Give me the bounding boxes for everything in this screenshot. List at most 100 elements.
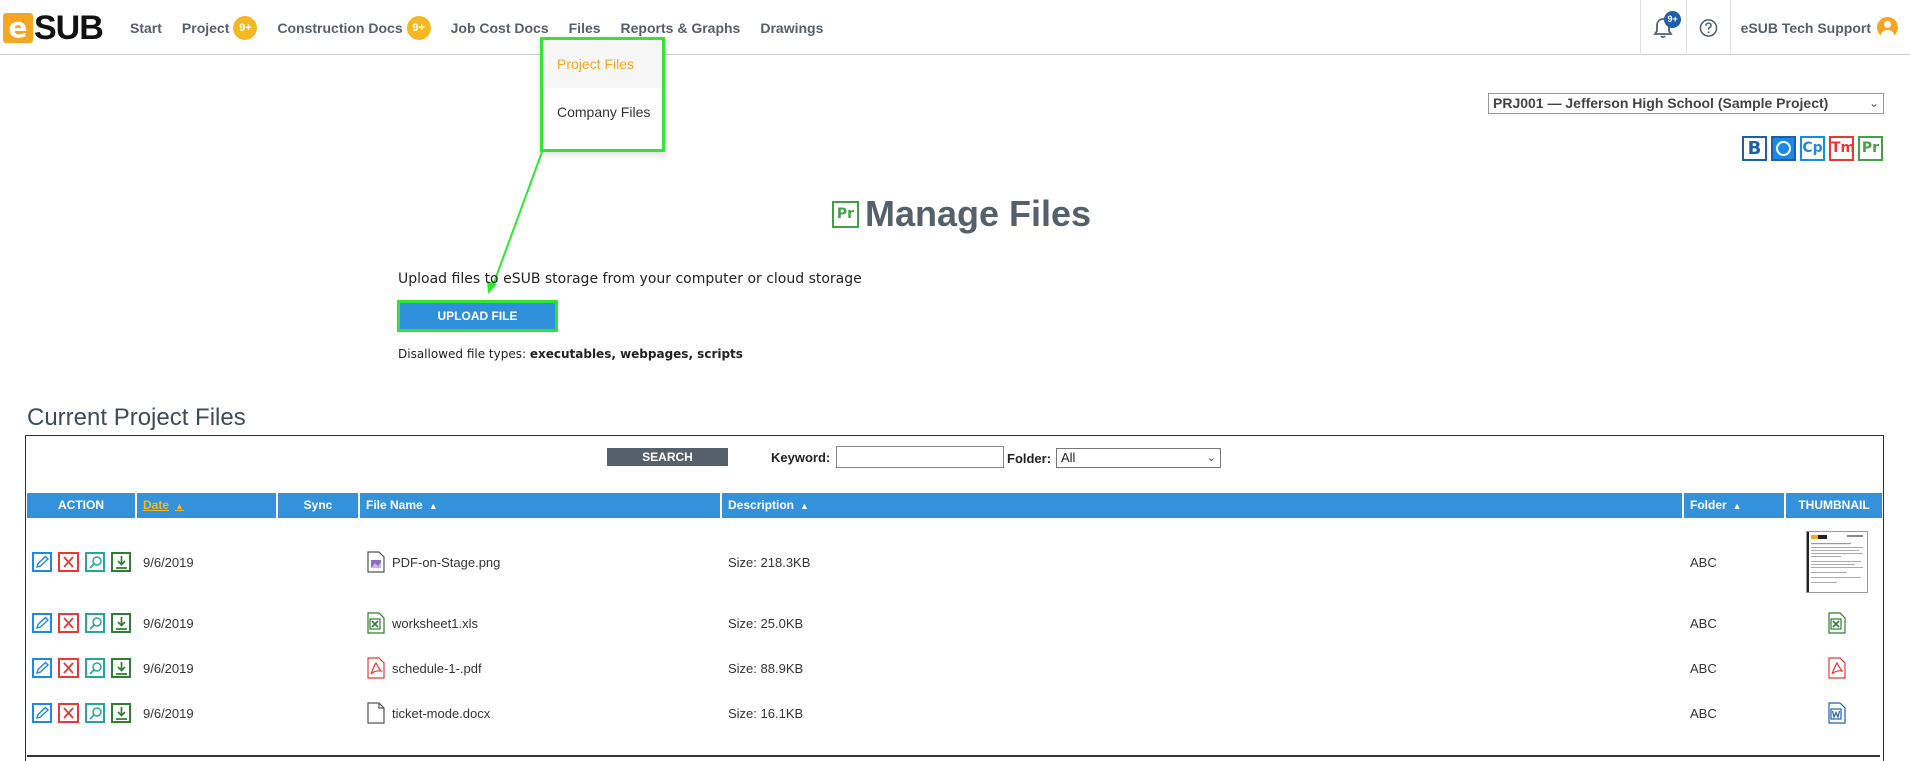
nav-reports-graphs-label: Reports & Graphs: [620, 19, 741, 36]
row-file-name[interactable]: ticket-mode.docx: [360, 702, 722, 724]
pdf-file-icon: [366, 657, 386, 679]
module-b-icon[interactable]: B: [1742, 136, 1767, 161]
preview-button[interactable]: [84, 552, 105, 572]
download-icon: [115, 556, 127, 569]
close-icon: [63, 662, 74, 674]
pdf-file-icon: [1827, 657, 1847, 679]
magnifier-icon: [88, 556, 102, 569]
edit-button[interactable]: [32, 703, 53, 723]
excel-file-icon: [1827, 612, 1847, 634]
pencil-icon: [35, 661, 50, 675]
help-button[interactable]: [1685, 0, 1730, 55]
search-button[interactable]: SEARCH: [607, 448, 728, 466]
logo-e: e: [3, 12, 33, 43]
row-file-name[interactable]: schedule-1-.pdf: [360, 657, 722, 679]
download-icon: [115, 662, 127, 675]
module-pr-icon[interactable]: Pr: [1858, 136, 1883, 161]
menu-item-project-files[interactable]: Project Files: [543, 40, 662, 88]
nav-start-label: Start: [130, 19, 162, 36]
col-description[interactable]: Description ▲: [722, 493, 1684, 518]
download-button[interactable]: [110, 703, 131, 723]
col-date[interactable]: Date ▲: [137, 493, 278, 518]
help-icon: [1699, 18, 1717, 37]
files-dropdown-menu: Project Files Company Files: [540, 37, 665, 152]
upload-instructions: Upload files to eSUB storage from your c…: [398, 271, 862, 287]
table-bottom-border: [27, 755, 1880, 757]
close-icon: [63, 617, 74, 629]
table-row: 9/6/2019 PDF-on-Stage.png Size: 218.3KB …: [27, 526, 1882, 598]
keyword-label: Keyword:: [771, 450, 831, 465]
row-file-name[interactable]: worksheet1.xls: [360, 612, 722, 634]
col-date-label: Date: [143, 498, 170, 512]
module-circle-icon[interactable]: [1771, 136, 1796, 161]
top-navbar: e SUB Start Project 9+ Construction Docs 9…: [0, 0, 1910, 55]
module-cp-icon[interactable]: Cp: [1800, 136, 1825, 161]
magnifier-icon: [88, 617, 102, 630]
preview-button[interactable]: [84, 658, 105, 678]
preview-button[interactable]: [84, 613, 105, 633]
delete-button[interactable]: [58, 658, 79, 678]
esub-logo[interactable]: e SUB: [3, 11, 104, 45]
download-button[interactable]: [110, 552, 131, 572]
nav-reports-graphs[interactable]: Reports & Graphs: [621, 20, 741, 36]
edit-button[interactable]: [32, 613, 53, 633]
nav-construction-docs-badge: 9+: [406, 15, 431, 40]
menu-item-company-files[interactable]: Company Files: [543, 88, 662, 136]
module-tm-icon[interactable]: Tm: [1829, 136, 1855, 161]
pencil-icon: [35, 555, 50, 569]
folder-select[interactable]: All ⌄: [1056, 448, 1221, 468]
col-sync: Sync: [278, 493, 360, 518]
module-icons: B Cp Tm Pr: [1742, 136, 1887, 161]
pr-module-icon: Pr: [832, 200, 859, 228]
table-header: ACTION Date ▲ Sync File Name ▲︎ Descriptio…: [27, 493, 1882, 518]
download-button[interactable]: [110, 658, 131, 678]
delete-button[interactable]: [58, 552, 79, 572]
magnifier-icon: [88, 707, 102, 720]
col-description-label: Description: [728, 498, 795, 512]
nav-project-badge: 9+: [233, 15, 258, 40]
nav-drawings[interactable]: Drawings: [760, 20, 823, 36]
row-actions: [27, 658, 137, 678]
row-date: 9/6/2019: [143, 615, 194, 631]
document-file-icon: [366, 702, 386, 724]
edit-button[interactable]: [32, 552, 53, 572]
row-file-name[interactable]: PDF-on-Stage.png: [360, 551, 722, 573]
row-thumbnail[interactable]: [1786, 702, 1882, 724]
table-row: 9/6/2019 worksheet1.xls Size: 25.0KB ABC: [27, 607, 1882, 639]
col-folder[interactable]: Folder ▲: [1684, 493, 1786, 518]
notifications-button[interactable]: 9+: [1639, 0, 1686, 55]
row-thumbnail[interactable]: [1786, 612, 1882, 634]
col-file-name[interactable]: File Name ▲︎: [360, 493, 722, 518]
user-name: eSUB Tech Support: [1740, 19, 1871, 36]
nav-project-label: Project: [181, 19, 230, 36]
delete-button[interactable]: [58, 703, 79, 723]
page-title: Manage Files: [865, 193, 1092, 234]
keyword-input[interactable]: [836, 446, 1004, 468]
row-thumbnail[interactable]: [1786, 657, 1882, 679]
magnifier-icon: [88, 662, 102, 675]
delete-button[interactable]: [58, 613, 79, 633]
thumbnail-preview-image: [1806, 531, 1868, 593]
excel-file-icon: [366, 612, 386, 634]
nav-start[interactable]: Start: [130, 20, 162, 36]
edit-button[interactable]: [32, 658, 53, 678]
close-icon: [63, 556, 74, 568]
nav-right: 9+ eSUB Tech Support: [1639, 0, 1910, 55]
nav-project[interactable]: Project 9+: [181, 15, 258, 40]
file-name-text: PDF-on-Stage.png: [392, 554, 501, 570]
preview-button[interactable]: [84, 703, 105, 723]
sort-icon: ▲︎: [428, 501, 438, 511]
file-name-text: schedule-1-.pdf: [392, 660, 482, 676]
project-selector[interactable]: PRJ001 — Jefferson High School (Sample P…: [1488, 93, 1884, 114]
table-row: 9/6/2019 ticket-mode.docx Size: 16.1KB A…: [27, 697, 1882, 729]
user-menu[interactable]: eSUB Tech Support: [1729, 0, 1910, 55]
download-button[interactable]: [110, 613, 131, 633]
nav-files-label: Files: [568, 19, 601, 36]
row-actions: [27, 703, 137, 723]
nav-construction-docs[interactable]: Construction Docs 9+: [277, 15, 431, 40]
nav-job-cost-docs[interactable]: Job Cost Docs: [451, 20, 549, 36]
file-name-text: worksheet1.xls: [392, 615, 478, 631]
nav-files[interactable]: Files: [569, 20, 601, 36]
upload-file-button[interactable]: UPLOAD FILE: [397, 300, 558, 332]
row-thumbnail[interactable]: [1786, 531, 1882, 593]
